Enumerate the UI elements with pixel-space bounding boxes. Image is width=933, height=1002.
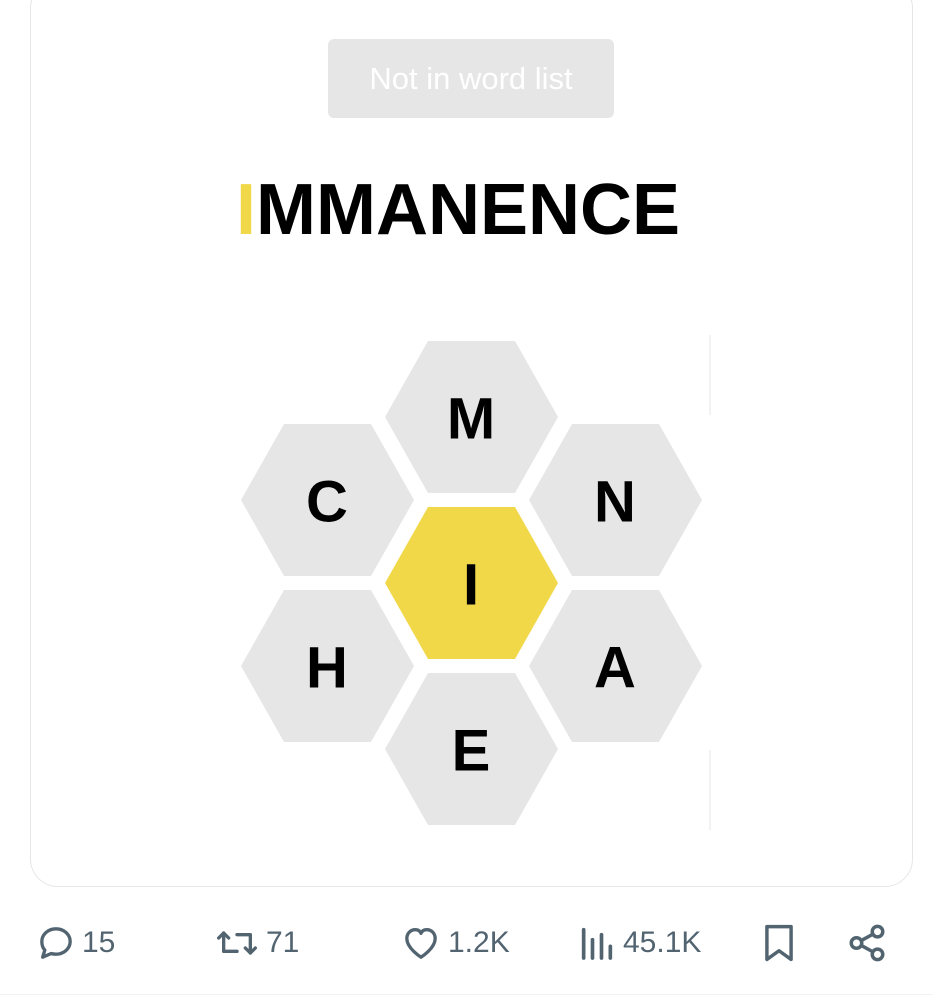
hex-letter: N — [594, 470, 636, 535]
share-button[interactable] — [846, 910, 888, 976]
hex-letter: C — [306, 470, 348, 535]
repost-button[interactable]: 71 — [214, 910, 299, 976]
hex-letter: H — [306, 636, 348, 701]
reply-button[interactable]: 15 — [36, 910, 115, 976]
hex-letter: E — [452, 719, 491, 784]
image-edge-mark — [709, 335, 711, 415]
hex-letter: A — [594, 636, 636, 701]
entry-letter: A — [375, 170, 428, 250]
reply-count: 15 — [82, 926, 116, 959]
repost-icon — [214, 923, 260, 963]
like-button[interactable]: 1.2K — [400, 910, 510, 976]
analytics-icon — [577, 923, 617, 963]
word-entry: I M M A N E N C E — [236, 172, 716, 248]
entry-letter: M — [316, 170, 376, 250]
toast-message: Not in word list — [369, 60, 573, 96]
entry-letter: C — [580, 170, 633, 250]
repost-count: 71 — [266, 926, 300, 959]
hex-letter: M — [447, 387, 495, 452]
reply-icon — [36, 923, 76, 963]
hex-letter-center: I — [463, 553, 479, 618]
bookmark-icon — [760, 922, 798, 964]
entry-letter-center: I — [236, 170, 257, 250]
views-button[interactable]: 45.1K — [577, 910, 701, 976]
heart-icon — [400, 923, 442, 963]
entry-letter: M — [256, 170, 316, 250]
entry-letter: N — [427, 170, 480, 250]
post-actions-bar: 15 71 1.2K 45.1K — [0, 910, 933, 976]
divider — [0, 994, 933, 995]
entry-letter: E — [632, 170, 681, 250]
like-count: 1.2K — [448, 926, 510, 959]
share-icon — [846, 922, 888, 964]
entry-letter: E — [479, 170, 529, 250]
not-in-word-list-toast: Not in word list — [328, 39, 614, 118]
entry-letter: N — [528, 170, 581, 250]
views-count: 45.1K — [623, 926, 702, 959]
image-edge-mark — [709, 750, 711, 830]
bookmark-button[interactable] — [760, 910, 798, 976]
